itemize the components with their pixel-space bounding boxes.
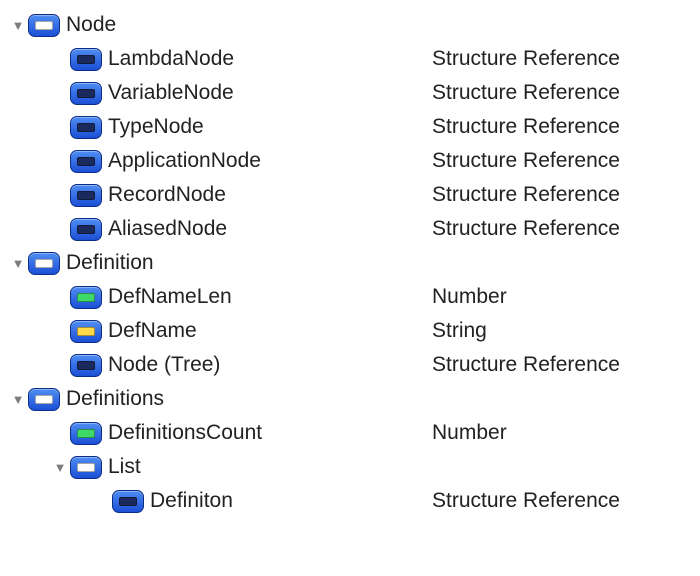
tree-row-left: ▼ List [10, 455, 430, 479]
struct-white-icon [28, 388, 60, 411]
struct-ref-icon [70, 150, 102, 173]
tree-row-left: Node (Tree) [10, 353, 430, 377]
field-name-label: DefNameLen [108, 285, 232, 309]
tree-row-left: RecordNode [10, 183, 430, 207]
tree-row-left: VariableNode [10, 81, 430, 105]
tree-row-left: LambdaNode [10, 47, 430, 71]
badge-inner [77, 327, 95, 336]
field-name-label: DefinitionsCount [108, 421, 262, 445]
field-name-label: Definiton [150, 489, 233, 513]
badge-inner [77, 191, 95, 200]
field-type-label: Structure Reference [430, 149, 690, 173]
struct-ref-icon [70, 48, 102, 71]
field-type-label: Structure Reference [430, 47, 690, 71]
tree-row[interactable]: ▼ Node [10, 8, 690, 42]
badge-inner [77, 225, 95, 234]
tree-row-left: ▼ Definition [10, 251, 430, 275]
field-type-label: Structure Reference [430, 353, 690, 377]
tree-row[interactable]: Node (Tree) Structure Reference [10, 348, 690, 382]
tree-row-left: ApplicationNode [10, 149, 430, 173]
struct-ref-icon [112, 490, 144, 513]
tree-row[interactable]: ▼ List [10, 450, 690, 484]
field-name-label: LambdaNode [108, 47, 234, 71]
struct-white-icon [28, 252, 60, 275]
disclosure-triangle-icon[interactable]: ▼ [10, 18, 26, 33]
tree-row[interactable]: DefName String [10, 314, 690, 348]
field-name-label: Definitions [66, 387, 164, 411]
field-type-label: Number [430, 421, 690, 445]
tree-row[interactable]: ▼ Definition [10, 246, 690, 280]
tree-row[interactable]: VariableNode Structure Reference [10, 76, 690, 110]
tree-row-left: ▼ Definitions [10, 387, 430, 411]
badge-inner [119, 497, 137, 506]
tree-row-left: DefName [10, 319, 430, 343]
badge-inner [77, 89, 95, 98]
badge-inner [77, 429, 95, 438]
tree-row[interactable]: RecordNode Structure Reference [10, 178, 690, 212]
disclosure-triangle-icon[interactable]: ▼ [52, 460, 68, 475]
struct-ref-icon [70, 218, 102, 241]
tree-row-left: TypeNode [10, 115, 430, 139]
badge-inner [35, 395, 53, 404]
field-name-label: Node [66, 13, 116, 37]
field-name-label: Definition [66, 251, 154, 275]
field-name-label: AliasedNode [108, 217, 227, 241]
field-type-label: Structure Reference [430, 81, 690, 105]
tree-row[interactable]: ApplicationNode Structure Reference [10, 144, 690, 178]
field-type-label: Structure Reference [430, 183, 690, 207]
field-type-label: Structure Reference [430, 115, 690, 139]
field-name-label: List [108, 455, 141, 479]
badge-inner [77, 361, 95, 370]
badge-inner [77, 55, 95, 64]
tree-row[interactable]: DefinitionsCount Number [10, 416, 690, 450]
badge-inner [77, 463, 95, 472]
string-icon [70, 320, 102, 343]
field-type-label: Structure Reference [430, 489, 690, 513]
badge-inner [35, 259, 53, 268]
tree-row-left: AliasedNode [10, 217, 430, 241]
tree-row-left: DefNameLen [10, 285, 430, 309]
tree-row[interactable]: LambdaNode Structure Reference [10, 42, 690, 76]
struct-ref-icon [70, 184, 102, 207]
field-type-label: String [430, 319, 690, 343]
tree-row[interactable]: AliasedNode Structure Reference [10, 212, 690, 246]
tree-row-left: DefinitionsCount [10, 421, 430, 445]
number-icon [70, 286, 102, 309]
badge-inner [77, 157, 95, 166]
tree-row-left: Definiton [10, 489, 430, 513]
tree-row[interactable]: TypeNode Structure Reference [10, 110, 690, 144]
struct-white-icon [28, 14, 60, 37]
field-name-label: ApplicationNode [108, 149, 261, 173]
struct-ref-icon [70, 354, 102, 377]
field-type-label: Number [430, 285, 690, 309]
struct-ref-icon [70, 82, 102, 105]
tree-row-left: ▼ Node [10, 13, 430, 37]
badge-inner [77, 293, 95, 302]
field-name-label: DefName [108, 319, 197, 343]
field-name-label: Node (Tree) [108, 353, 220, 377]
field-name-label: RecordNode [108, 183, 226, 207]
struct-ref-icon [70, 116, 102, 139]
badge-inner [77, 123, 95, 132]
tree-row[interactable]: ▼ Definitions [10, 382, 690, 416]
number-icon [70, 422, 102, 445]
disclosure-triangle-icon[interactable]: ▼ [10, 256, 26, 271]
tree-row[interactable]: DefNameLen Number [10, 280, 690, 314]
disclosure-triangle-icon[interactable]: ▼ [10, 392, 26, 407]
field-type-label: Structure Reference [430, 217, 690, 241]
badge-inner [35, 21, 53, 30]
tree-row[interactable]: Definiton Structure Reference [10, 484, 690, 518]
field-name-label: VariableNode [108, 81, 234, 105]
struct-white-icon [70, 456, 102, 479]
structure-tree: ▼NodeLambdaNodeStructure ReferenceVariab… [10, 8, 690, 518]
field-name-label: TypeNode [108, 115, 204, 139]
